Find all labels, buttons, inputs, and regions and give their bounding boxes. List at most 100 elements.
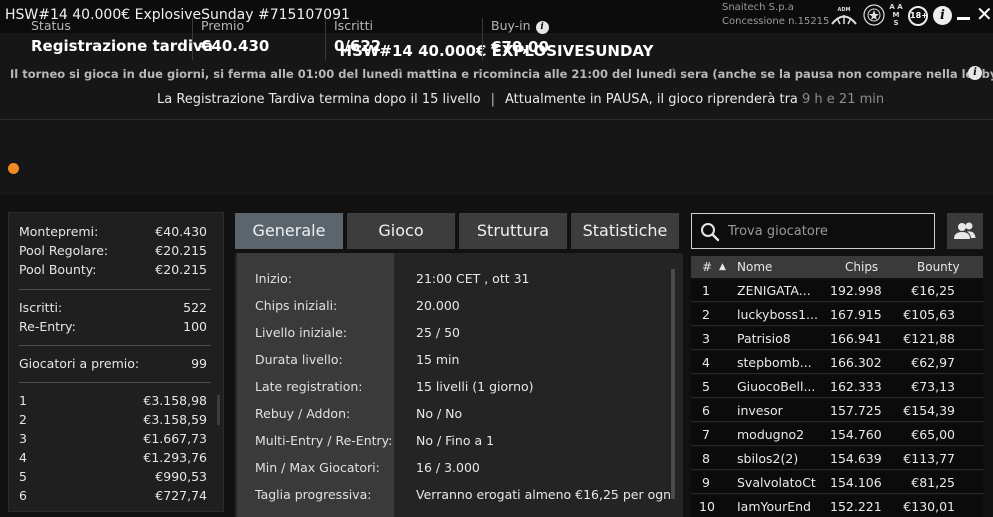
player-chips: 192.998 [830, 283, 882, 298]
info-value: 20.000 [416, 298, 460, 313]
col-name[interactable]: Nome [737, 260, 772, 274]
table-row[interactable]: 2 luckyboss1... 167.915 €105,63 [691, 303, 983, 326]
pool-bounty-row: Pool Bounty: €20.215 [19, 262, 207, 277]
player-rank: 3 [702, 331, 710, 346]
info-label: Min / Max Giocatori: [255, 460, 380, 475]
player-rank: 2 [702, 307, 710, 322]
info-label: Taglia progressiva: [255, 487, 372, 502]
entrants-row-label: Iscritti: [19, 300, 63, 315]
tab-struttura[interactable]: Struttura [459, 213, 567, 249]
prize-label: Premio [201, 18, 245, 33]
player-bounty: €73,13 [911, 379, 955, 394]
info-value: Verranno erogati almeno €16,25 per ogni [416, 487, 675, 502]
player-bounty: €130,01 [903, 499, 955, 514]
col-rank[interactable]: # [702, 260, 712, 274]
table-row[interactable]: 4 stepbomb... 166.302 €62,97 [691, 351, 983, 374]
paid-players-value: 99 [191, 356, 207, 371]
player-chips: 167.915 [830, 307, 882, 322]
divider [19, 345, 211, 346]
status-stat: Status Registrazione tardiva [31, 18, 213, 60]
player-chips: 166.302 [830, 355, 882, 370]
table-row[interactable]: 3 Patrisio8 166.941 €121,88 [691, 327, 983, 350]
buyin-stat: Buy-in i €70,00 [482, 18, 549, 60]
prize-stat: Premio €40.430 [192, 18, 269, 60]
table-row[interactable]: 5 GiuocoBell... 162.333 €73,13 [691, 375, 983, 398]
late-registration-text: La Registrazione Tardiva termina dopo il… [157, 92, 481, 107]
entrants-row: Iscritti: 522 [19, 300, 207, 315]
search-input[interactable] [728, 221, 928, 241]
montepremi-label: Montepremi: [19, 224, 99, 239]
entrants-label: Iscritti [334, 18, 373, 33]
close-button[interactable]: ✕ [976, 4, 993, 24]
player-rank: 1 [702, 283, 710, 298]
tournament-description: Il torneo si gioca in due giorni, si fer… [10, 67, 993, 81]
table-row[interactable]: 1 ZENIGATA... 192.998 €16,25 [691, 279, 983, 302]
player-rank: 6 [702, 403, 710, 418]
player-bounty: €62,97 [911, 355, 955, 370]
tab-generale[interactable]: Generale [235, 213, 343, 249]
payout-position: 2 [19, 412, 27, 427]
buyin-info-icon[interactable]: i [535, 21, 549, 34]
info-value: 21:00 CET , ott 31 [416, 271, 530, 286]
entrants-value: 0/622 [334, 37, 382, 55]
friends-button[interactable] [947, 213, 983, 249]
col-bounty[interactable]: Bounty [917, 260, 960, 274]
payout-amount: €990,53 [155, 469, 207, 484]
table-row[interactable]: 7 modugno2 154.760 €65,00 [691, 423, 983, 446]
divider [19, 382, 211, 383]
info-value: No / No [416, 406, 463, 421]
entrants-row-value: 522 [183, 300, 207, 315]
player-rank: 10 [699, 499, 715, 514]
player-name: luckyboss1... [737, 307, 818, 322]
reentry-value: 100 [183, 319, 207, 334]
player-name: modugno2 [737, 427, 805, 442]
description-info-icon[interactable]: i [968, 66, 982, 80]
users-icon [954, 222, 976, 239]
info-label: Multi-Entry / Re-Entry: [255, 433, 393, 448]
payout-scrollbar[interactable] [217, 395, 220, 425]
table-row[interactable]: 10 IamYourEnd 152.221 €130,01 [691, 495, 983, 517]
reentry-label: Re-Entry: [19, 319, 76, 334]
paid-players-label: Giocatori a premio: [19, 356, 140, 371]
sort-ascending-icon[interactable]: ▲ [719, 262, 726, 272]
status-label: Status [31, 18, 71, 33]
adm-logo-icon: ADM [831, 7, 857, 25]
status-dot-icon [8, 163, 19, 174]
player-bounty: €113,77 [903, 451, 955, 466]
table-row[interactable]: 6 invesor 157.725 €154,39 [691, 399, 983, 422]
general-info-panel: Inizio: 21:00 CET , ott 31 Chips inizial… [235, 253, 683, 517]
pause-countdown: 9 h e 21 min [802, 92, 885, 107]
player-chips: 166.941 [830, 331, 882, 346]
operator-info: Snaitech S.p.a Concessione n.15215 [722, 1, 829, 29]
info-value: 15 min [416, 352, 460, 367]
minimize-button[interactable] [956, 5, 972, 25]
table-row[interactable]: 8 sbilos2(2) 154.639 €113,77 [691, 447, 983, 470]
info-icon[interactable]: i [933, 6, 952, 25]
table-row[interactable]: 9 SvalvolatoCt 154.106 €81,25 [691, 471, 983, 494]
general-scrollbar[interactable] [671, 269, 675, 499]
player-chips: 154.760 [830, 427, 882, 442]
col-chips[interactable]: Chips [845, 260, 878, 274]
tab-gioco[interactable]: Gioco [347, 213, 455, 249]
aams-logo-icon: A A M S [889, 3, 903, 27]
player-name: SvalvolatoCt [737, 475, 816, 490]
pause-text: Attualmente in PAUSA, il gioco riprender… [505, 92, 798, 107]
divider [19, 289, 211, 290]
payout-row: 4 €1.293,76 [19, 450, 207, 465]
player-search-box[interactable] [691, 213, 935, 249]
info-value: 25 / 50 [416, 325, 460, 340]
payout-position: 4 [19, 450, 27, 465]
republic-seal-icon [863, 4, 885, 26]
status-value: Registrazione tardiva [31, 37, 213, 55]
info-label: Inizio: [255, 271, 292, 286]
info-label: Late registration: [255, 379, 363, 394]
player-rank: 5 [702, 379, 710, 394]
player-name: IamYourEnd [737, 499, 811, 514]
tab-statistiche[interactable]: Statistiche [571, 213, 679, 249]
player-name: stepbomb... [737, 355, 812, 370]
player-chips: 162.333 [830, 379, 882, 394]
payout-position: 5 [19, 469, 27, 484]
search-icon [701, 223, 720, 242]
payout-row: 2 €3.158,59 [19, 412, 207, 427]
players-table: # ▲ Nome Chips Bounty 1 ZENIGATA... 192.… [691, 256, 983, 517]
